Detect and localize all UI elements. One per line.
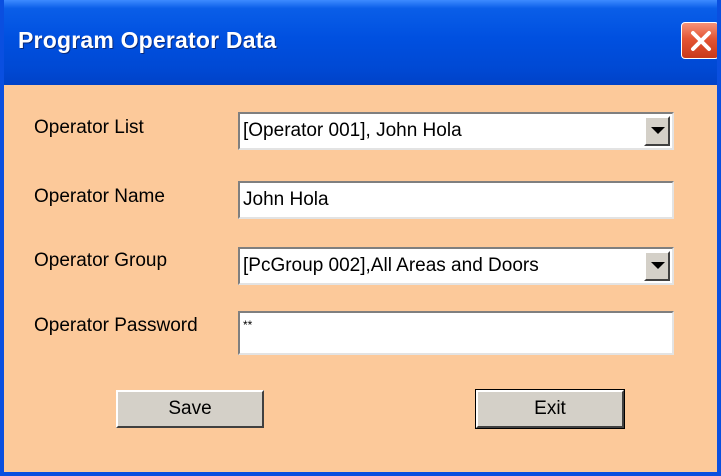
close-button[interactable]: [681, 22, 717, 59]
exit-button[interactable]: Exit: [475, 389, 625, 429]
operator-group-dropdown-button[interactable]: [644, 251, 670, 281]
operator-list-label: Operator List: [34, 117, 144, 138]
exit-button-label: Exit: [534, 398, 566, 419]
operator-list-dropdown-button[interactable]: [644, 116, 670, 146]
operator-list-dropdown[interactable]: [Operator 001], John Hola: [238, 112, 674, 150]
save-button-label: Save: [168, 398, 212, 419]
operator-name-value: John Hola: [243, 189, 329, 210]
operator-group-label: Operator Group: [34, 250, 168, 271]
operator-password-field[interactable]: **: [238, 311, 674, 355]
chevron-down-icon: [651, 127, 665, 134]
program-operator-data-window: Program Operator Data Operator List [Ope…: [0, 0, 721, 476]
operator-group-value: [PcGroup 002],All Areas and Doors: [243, 255, 539, 276]
close-icon: [691, 31, 711, 51]
operator-name-label: Operator Name: [34, 186, 165, 207]
save-button[interactable]: Save: [116, 390, 264, 428]
operator-group-dropdown[interactable]: [PcGroup 002],All Areas and Doors: [238, 247, 674, 285]
chevron-down-icon: [651, 262, 665, 269]
title-bar[interactable]: Program Operator Data: [4, 0, 717, 85]
operator-name-field[interactable]: John Hola: [238, 181, 674, 219]
form-area: Operator List [Operator 001], John Hola …: [4, 85, 717, 472]
window-title: Program Operator Data: [18, 27, 277, 53]
operator-password-value: **: [243, 318, 253, 332]
operator-password-label: Operator Password: [34, 315, 198, 336]
operator-list-value: [Operator 001], John Hola: [243, 120, 462, 141]
